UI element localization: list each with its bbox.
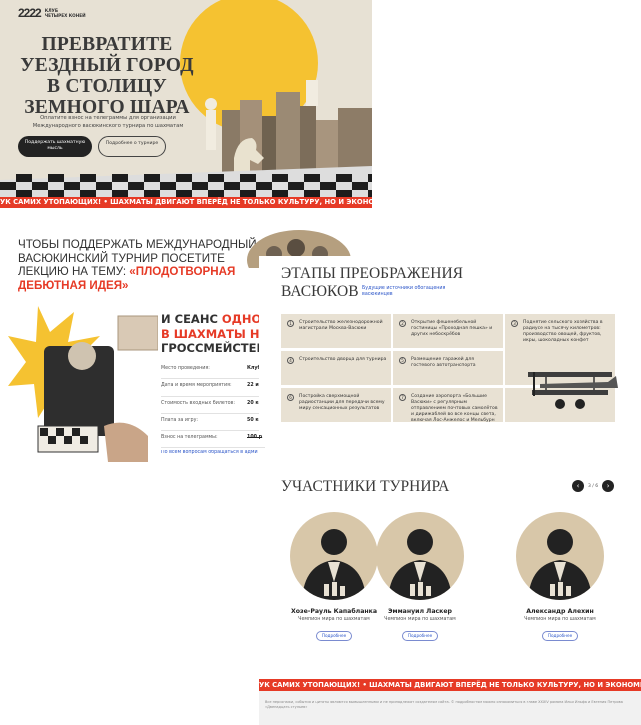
next-arrow-icon[interactable]: › [602,480,615,492]
pager-counter: 3 / 6 [588,483,599,489]
info-key: Взнос на телеграммы: [161,435,218,441]
stage-number: 1 [287,320,294,327]
participants-title: УЧАСТНИКИ ТУРНИРА [281,478,450,495]
participant-portrait [376,512,464,600]
participant-details-button[interactable]: Подробнее [315,631,353,641]
session-line2: В ШАХМАТЫ НА 160 [161,326,271,341]
stage-card: 1 Строительство железнодорожной магистрал… [281,314,391,348]
session-line1: И СЕАНС [161,312,222,326]
participant-name: Александр Алехин [526,608,594,615]
stage-card: 2 Открытие фешенебельной гостиницы «Прохо… [393,314,503,348]
info-key: Стоимость входных билетов: [161,400,236,406]
contact-link[interactable]: По всем вопросам обращаться в адми [161,450,265,455]
info-row-ticket-price: Стоимость входных билетов: 20 ко [161,397,265,414]
stage-text: Создание аэропорта «Большие Васюки» с ре… [411,394,498,423]
stage-number: 4 [287,357,294,364]
participant-details-button[interactable]: Подробнее [401,631,439,641]
chessboard-floor-image [0,166,372,198]
logo-text: КЛУБ ЧЕТЫРЕХ КОНЕЙ [44,8,86,18]
hero-title: ПРЕВРАТИТЕ УЕЗДНЫЙ ГОРОД В СТОЛИЦУ ЗЕМНО… [20,34,194,118]
participant-card: Александр Алехин Чемпион мира по шахмата… [500,512,620,641]
info-key: Место проведения: [161,366,210,371]
stage-text: Постройка сверхмощной радиостанции для п… [299,394,385,411]
ticker-band-bottom: УК САМИХ УТОПАЮЩИХ! • ШАХМАТЫ ДВИГАЮТ ВП… [259,679,641,691]
stage-text: Строительство железнодорожной магистрали… [299,320,383,331]
stage-number: 2 [399,320,406,327]
lecturer-collage-image [8,306,158,462]
stage-text: Открытие фешенебельной гостиницы «Проход… [411,320,493,337]
info-row-datetime: Дата и время мероприятия: 22 ию [161,379,265,397]
info-row-venue: Место проведения: Клуб [161,362,265,380]
info-key: Дата и время мероприятия: [161,383,232,389]
logo-mark: 2222 [18,6,42,20]
prev-arrow-icon[interactable]: ‹ [572,480,584,492]
stage-card: 7 Создание аэропорта «Большие Васюки» с р… [393,388,503,423]
hero-subtitle: Оплатите взнос на телеграммы для организ… [32,115,184,129]
info-row-telegram-fee: Взнос на телеграммы: 100 р [161,431,265,449]
participant-card: Эммануил Ласкер Чемпион мира по шахматам… [360,512,480,641]
chess-player-silhouette-icon [388,529,452,600]
participant-details-button[interactable]: Подробнее [541,631,579,641]
stage-text: Размещение гаражей для гостевого автотра… [411,357,476,368]
event-info-table: Место проведения: Клуб Дата и время мероп… [161,362,265,449]
session-line3: ГРОССМЕЙСТЕРА О. [161,341,271,355]
info-row-game-fee: Плата за игру: 50 ко [161,414,265,432]
stage-text: Строительство дворца для турнира [299,357,387,362]
participant-title: Чемпион мира по шахматам [384,617,456,622]
club-logo[interactable]: 2222 КЛУБ ЧЕТЫРЕХ КОНЕЙ [18,6,86,20]
stage-number: 7 [399,394,406,401]
ticker-band-top: УК САМИХ УТОПАЮЩИХ! • ШАХМАТЫ ДВИГАЮТ ВП… [0,197,372,208]
stage-number: 5 [399,357,406,364]
footer-disclaimer: Все персонажи, события и цитаты являются… [265,700,623,709]
participant-name: Эммануил Ласкер [388,608,452,615]
lecture-title: ЧТОБЫ ПОДДЕРЖАТЬ МЕЖДУНАРОДНЫЙ ВАСЮКИНСК… [18,238,258,292]
hero-section: 2222 КЛУБ ЧЕТЫРЕХ КОНЕЙ ПРЕВРАТИТЕ УЕЗДН… [0,0,372,208]
stage-card: 5 Размещение гаражей для гостевого автотр… [393,351,503,385]
support-button[interactable]: Поддержать шахматную мысль [18,136,92,157]
stage-number: 3 [511,320,518,327]
stage-number: 6 [287,394,294,401]
simultaneous-session-heading: И СЕАНС ОДНОВРЕ В ШАХМАТЫ НА 160 ГРОССМЕ… [161,312,271,356]
chess-player-silhouette-icon [528,529,592,600]
participants-pager: ‹ 3 / 6 › [572,480,615,492]
stages-note: Будущие источники обогащения васюкинцев [362,286,446,297]
info-key: Плата за игру: [161,417,199,423]
participant-portrait [516,512,604,600]
participant-title: Чемпион мира по шахматам [524,617,596,622]
biplane-image [528,372,618,409]
tournament-details-button[interactable]: Подробнее о турнире [98,136,166,157]
info-value: 100 р [247,435,263,441]
stage-card: 6 Постройка сверхмощной радиостанции для … [281,388,391,422]
stage-card: 4 Строительство дворца для турнира [281,351,391,385]
